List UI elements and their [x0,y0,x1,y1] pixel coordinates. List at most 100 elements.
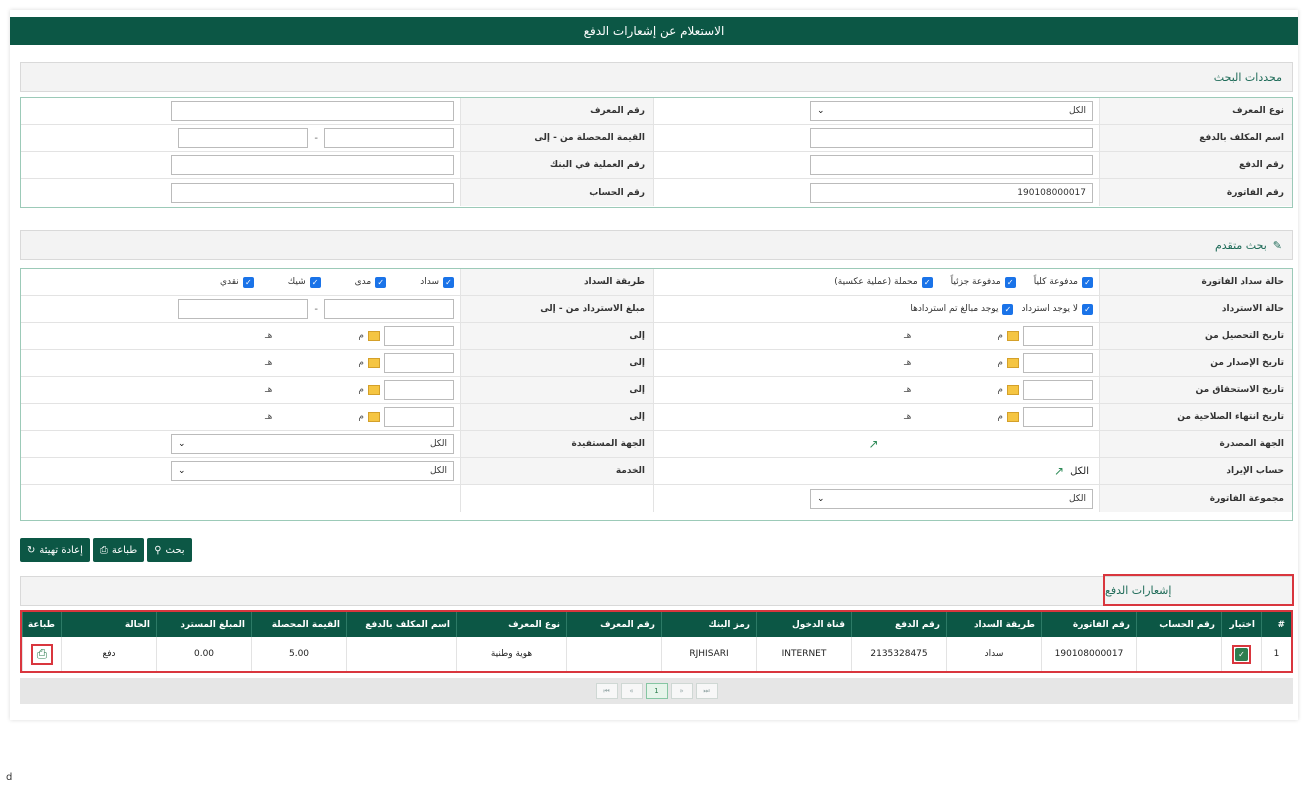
advanced-section-header[interactable]: ✎ بحث متقدم [20,230,1293,260]
field-label: رقم الفاتورة [1099,179,1292,206]
pagination: ⏮ « 1 » ⏭ [20,678,1293,704]
date-picker[interactable]: م [358,407,454,427]
payment-number-input[interactable] [810,155,1093,175]
beneficiary-select[interactable]: الكل ⌄ [171,434,454,454]
account-number-input[interactable] [171,182,454,203]
search-form: نوع المعرف الكل ⌄ رقم المعرف اسم المكلف ب… [20,97,1293,208]
method-cash-checkbox[interactable]: ✓ نقدي [220,276,254,288]
refund-to-input[interactable] [178,299,309,319]
field-label: إلى [460,323,653,349]
field-label: رقم المعرف [460,98,653,124]
calendar-icon [1007,412,1019,422]
refund-exists-checkbox[interactable]: ✓ يوجد مبالغ تم استردادها [910,303,1014,315]
table-row: 1 ✓ 190108000017 سداد 2135328475 INTERNE… [22,637,1291,671]
field-label: مبلغ الاسترداد من - إلى [460,296,653,322]
field-label: القيمة المحصلة من - إلى [460,125,653,151]
refund-from-input[interactable] [324,299,454,319]
calendar-icon [368,358,380,368]
method-cheque-checkbox[interactable]: ✓ شيك [288,276,321,288]
payer-name-input[interactable] [810,128,1093,148]
calendar-icon [368,385,380,395]
method-sadad-checkbox[interactable]: ✓ سداد [420,276,454,288]
field-label: حالة سداد الفاتورة [1099,269,1292,295]
external-link-icon[interactable]: ↗ [868,437,878,451]
form-row: اسم المكلف بالدفع القيمة المحصلة من - إل… [21,125,1292,152]
invoice-number-input[interactable]: 190108000017 [810,182,1093,203]
field-label: اسم المكلف بالدفع [1099,125,1292,151]
edit-icon: ✎ [1272,238,1282,252]
prev-page-button[interactable]: « [620,683,643,699]
field-label: رقم العملية في البنك [460,152,653,178]
date-picker[interactable]: م [997,380,1093,400]
search-section-title: محددات البحث [1213,70,1282,84]
service-select[interactable]: الكل ⌄ [171,461,454,481]
refund-none-checkbox[interactable]: ✓ لا يوجد استرداد [1021,303,1093,315]
print-button[interactable]: طباعة ⎙ [92,538,145,562]
results-table: # اختيار رقم الحساب رقم الفاتورة طريقة ا… [20,610,1293,673]
field-label: إلى [460,404,653,430]
printer-icon: ⎙ [99,544,108,556]
page-1-button[interactable]: 1 [645,683,668,699]
field-label: الجهة المصدرة [1099,431,1292,457]
table-header: # اختيار رقم الحساب رقم الفاتورة طريقة ا… [22,612,1291,637]
select-row-checkbox[interactable]: ✓ [1235,647,1248,661]
field-label: الجهة المستفيدة [460,431,653,457]
main-page: الاستعلام عن إشعارات الدفع محددات البحث … [10,10,1298,720]
refresh-icon: ↻ [27,544,36,556]
next-page-button[interactable]: » [670,683,693,699]
field-label: تاريخ الاستحقاق من [1099,377,1292,403]
calendar-icon [368,331,380,341]
field-label: الخدمة [460,458,653,484]
footer-char: d [6,772,13,783]
chevron-down-icon: ⌄ [178,439,186,449]
bank-transaction-input[interactable] [171,155,454,175]
field-label: مجموعة الفاتورة [1099,485,1292,512]
page-title: الاستعلام عن إشعارات الدفع [10,17,1298,45]
field-label: نوع المعرف [1099,98,1292,124]
collected-from-input[interactable] [324,128,454,148]
calendar-icon [1007,358,1019,368]
printer-icon[interactable]: ⎙ [30,643,54,665]
status-reversed-checkbox[interactable]: ✓ محملة (عملية عكسية) [834,276,933,288]
search-button[interactable]: بحث ⚲ [147,538,192,562]
status-paid-checkbox[interactable]: ✓ مدفوعة كلياً [1034,276,1093,288]
chevron-down-icon: ⌄ [178,466,186,476]
date-picker[interactable]: م [997,326,1093,346]
calendar-icon [1007,385,1019,395]
first-page-button[interactable]: ⏮ [595,683,618,699]
results-title: إشعارات الدفع [1103,574,1294,606]
date-picker[interactable]: م [358,380,454,400]
search-section-header: محددات البحث [20,62,1293,92]
invoice-group-select[interactable]: الكل ⌄ [810,488,1093,509]
method-mada-checkbox[interactable]: ✓ مدى [355,276,387,288]
search-icon: ⚲ [154,544,162,556]
date-picker[interactable]: م [358,326,454,346]
calendar-icon [1007,331,1019,341]
advanced-section-title: بحث متقدم [1214,238,1267,252]
date-picker[interactable]: م [997,407,1093,427]
action-buttons: إعادة تهيئة ↻ طباعة ⎙ بحث ⚲ [20,538,192,562]
form-row: نوع المعرف الكل ⌄ رقم المعرف [21,98,1292,125]
date-picker[interactable]: م [358,353,454,373]
field-label: إلى [460,377,653,403]
form-row: رقم الدفع رقم العملية في البنك [21,152,1292,179]
form-row: رقم الفاتورة 190108000017 رقم الحساب [21,179,1292,206]
field-label: إلى [460,350,653,376]
chevron-down-icon: ⌄ [817,106,825,116]
status-partial-checkbox[interactable]: ✓ مدفوعة جزئياً [951,276,1016,288]
field-label: تاريخ التحصيل من [1099,323,1292,349]
id-number-input[interactable] [171,101,454,121]
reset-button[interactable]: إعادة تهيئة ↻ [20,538,90,562]
chevron-down-icon: ⌄ [817,493,825,504]
external-link-icon[interactable]: ↗ [1054,464,1064,478]
advanced-form: حالة سداد الفاتورة ✓ مدفوعة كلياً ✓ مدفوعة… [20,268,1293,521]
last-page-button[interactable]: ⏭ [695,683,718,699]
field-label: رقم الدفع [1099,152,1292,178]
collected-to-input[interactable] [178,128,309,148]
field-label: حساب الإيراد [1099,458,1292,484]
date-picker[interactable]: م [997,353,1093,373]
field-label: تاريخ انتهاء الصلاحية من [1099,404,1292,430]
id-type-select[interactable]: الكل ⌄ [810,101,1093,121]
revenue-account-value: الكل [1070,465,1089,477]
field-label: طريقة السداد [460,269,653,295]
